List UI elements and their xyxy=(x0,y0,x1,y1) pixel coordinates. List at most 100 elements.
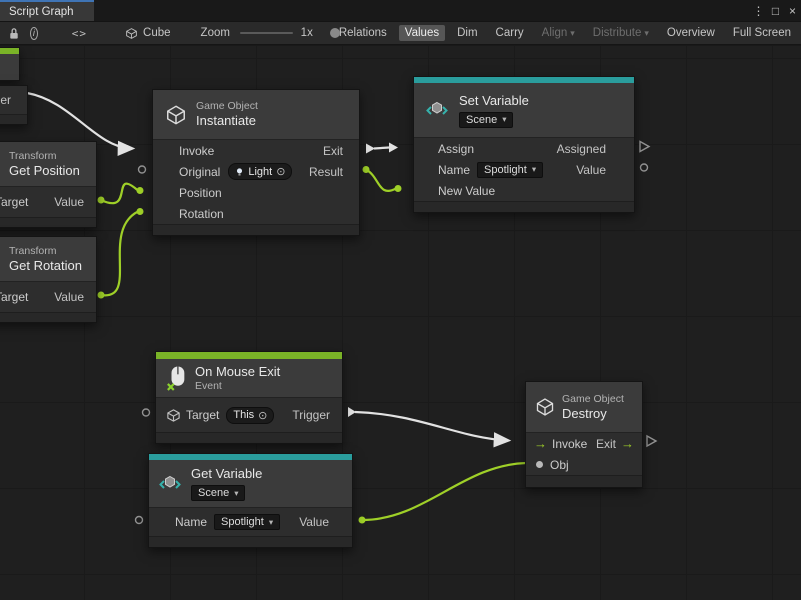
variable-icon xyxy=(157,471,183,497)
window-menu-icon[interactable]: ⋮ xyxy=(750,0,767,21)
target-port-label: Target xyxy=(0,195,28,209)
value-port-label: Value xyxy=(54,290,84,304)
node-instantiate[interactable]: Game Object Instantiate Invoke Exit Orig… xyxy=(152,89,360,236)
node-header: Game Object Instantiate xyxy=(153,90,359,139)
position-port-label: Position xyxy=(179,186,222,200)
target-object-field[interactable]: This ⊙ xyxy=(226,407,274,424)
window-maximize-icon[interactable]: □ xyxy=(767,0,784,21)
edit-script-icon[interactable]: <> xyxy=(72,27,87,40)
node-get-rotation[interactable]: Transform Get Rotation Target Value xyxy=(0,236,97,323)
port-destroy-exit[interactable] xyxy=(647,436,656,446)
port-instantiate-original[interactable] xyxy=(139,166,146,173)
node-title: Destroy xyxy=(562,406,624,422)
values-button[interactable]: Values xyxy=(399,25,445,41)
wire-result-to-newvalue xyxy=(366,170,396,191)
node-on-mouse-exit[interactable]: On Mouse Exit Event Target This ⊙ Trigge… xyxy=(155,351,343,444)
exit-port-label: Exit xyxy=(323,144,343,158)
invoke-port-label: Invoke xyxy=(552,437,587,451)
value-port-label: Value xyxy=(576,163,606,177)
exit-port-label: Exit xyxy=(596,437,616,451)
port-mouseexit-trigger[interactable] xyxy=(348,407,356,417)
obj-port-dot-icon[interactable] xyxy=(536,461,543,468)
node-category: Transform xyxy=(9,150,80,163)
wire-getvariable-to-obj xyxy=(362,463,526,520)
distribute-dropdown-button[interactable]: Distribute▾ xyxy=(587,25,655,41)
zoom-slider[interactable] xyxy=(240,32,293,34)
node-title: Get Position xyxy=(9,163,80,179)
trigger-port-label: Trigger xyxy=(292,408,330,422)
port-getvariable-name[interactable] xyxy=(136,517,143,524)
port-instantiate-result[interactable] xyxy=(363,166,370,173)
original-object-field[interactable]: Light ⊙ xyxy=(228,163,292,180)
rotation-port-label: Rotation xyxy=(179,207,224,221)
variable-icon xyxy=(424,97,450,123)
node-footer xyxy=(0,312,96,322)
node-destroy[interactable]: Game Object Destroy → Invoke Exit → Obj xyxy=(525,381,643,488)
port-getrotation-value[interactable] xyxy=(98,292,105,299)
scope-value: Scene xyxy=(466,114,497,126)
node-get-variable[interactable]: Get Variable Scene ▾ Name Spotlight ▾ Va… xyxy=(148,453,353,548)
variable-name-value: Spotlight xyxy=(221,516,264,528)
relations-button[interactable]: Relations xyxy=(333,25,393,41)
port-setvariable-newvalue[interactable] xyxy=(395,185,402,192)
node-header: Get Variable Scene ▾ xyxy=(149,460,352,507)
port-mouseexit-target[interactable] xyxy=(143,409,150,416)
variable-name-dropdown[interactable]: Spotlight ▾ xyxy=(214,514,280,530)
node-set-variable[interactable]: Set Variable Scene ▾ Assign Assigned Nam… xyxy=(413,76,635,213)
port-instantiate-position[interactable] xyxy=(137,187,144,194)
toolbar-buttons: Relations Values Dim Carry Align▾ Distri… xyxy=(333,25,797,41)
flow-arrow-icon: → xyxy=(621,437,634,450)
overview-button[interactable]: Overview xyxy=(661,25,721,41)
port-instantiate-exit[interactable] xyxy=(366,144,375,154)
zoom-value: 1x xyxy=(301,27,313,39)
event-accent-bar xyxy=(156,352,342,359)
variable-scope-dropdown[interactable]: Scene ▾ xyxy=(459,112,513,128)
variable-scope-dropdown[interactable]: Scene ▾ xyxy=(191,485,245,501)
target-port-label: Target xyxy=(0,290,28,304)
scope-value: Scene xyxy=(198,487,229,499)
zoom-slider-handle[interactable] xyxy=(330,28,340,38)
wire-getrotation-value xyxy=(101,212,138,296)
object-name-label: Cube xyxy=(143,27,171,39)
zoom-label: Zoom xyxy=(201,27,230,39)
node-header: Set Variable Scene ▾ xyxy=(414,83,634,137)
unity-script-graph-window: Script Graph ⋮ □ × i <> Cube Zoom 1x Rel… xyxy=(0,0,801,600)
variable-name-dropdown[interactable]: Spotlight ▾ xyxy=(477,162,543,178)
result-port-label: Result xyxy=(309,165,343,179)
carry-button[interactable]: Carry xyxy=(490,25,530,41)
graph-toolbar: i <> Cube Zoom 1x Relations Values Dim C… xyxy=(0,21,801,45)
graph-owner-object[interactable]: Cube xyxy=(125,27,171,40)
port-instantiate-rotation[interactable] xyxy=(137,208,144,215)
port-getposition-value[interactable] xyxy=(98,197,105,204)
port-setvariable-assigned[interactable] xyxy=(640,142,649,152)
node-header xyxy=(0,54,19,80)
object-picker-icon[interactable]: ⊙ xyxy=(276,165,285,178)
newvalue-port-label: New Value xyxy=(438,184,495,198)
wire-getposition-value xyxy=(101,184,138,204)
tab-script-graph[interactable]: Script Graph xyxy=(0,0,94,21)
port-setvariable-assign[interactable] xyxy=(389,143,398,153)
lock-icon[interactable] xyxy=(8,27,20,40)
node-footer xyxy=(0,217,96,227)
port-setvariable-value[interactable] xyxy=(641,164,648,171)
node-get-position[interactable]: Transform Get Position Target Value xyxy=(0,141,97,228)
window-close-icon[interactable]: × xyxy=(784,0,801,21)
dim-button[interactable]: Dim xyxy=(451,25,483,41)
node-partial-event[interactable] xyxy=(0,47,20,81)
info-icon[interactable]: i xyxy=(30,27,38,40)
node-category: Game Object xyxy=(562,393,624,406)
wires-layer xyxy=(0,46,801,600)
port-getvariable-value[interactable] xyxy=(359,517,366,524)
invoke-port-label: Invoke xyxy=(179,144,214,158)
node-title: On Mouse Exit xyxy=(195,364,280,380)
graph-canvas[interactable]: Trigger Transform Get Position Target Va… xyxy=(0,46,801,600)
wire-trigger-to-invoke xyxy=(355,412,508,441)
fullscreen-button[interactable]: Full Screen xyxy=(727,25,797,41)
object-picker-icon[interactable]: ⊙ xyxy=(258,409,267,422)
node-partial-event-body[interactable]: Trigger xyxy=(0,85,28,125)
caret-down-icon: ▾ xyxy=(234,488,238,499)
node-title: Get Variable xyxy=(191,466,262,482)
tab-bar-spacer xyxy=(94,0,750,21)
align-dropdown-button[interactable]: Align▾ xyxy=(536,25,581,41)
node-category: Game Object xyxy=(196,100,258,113)
